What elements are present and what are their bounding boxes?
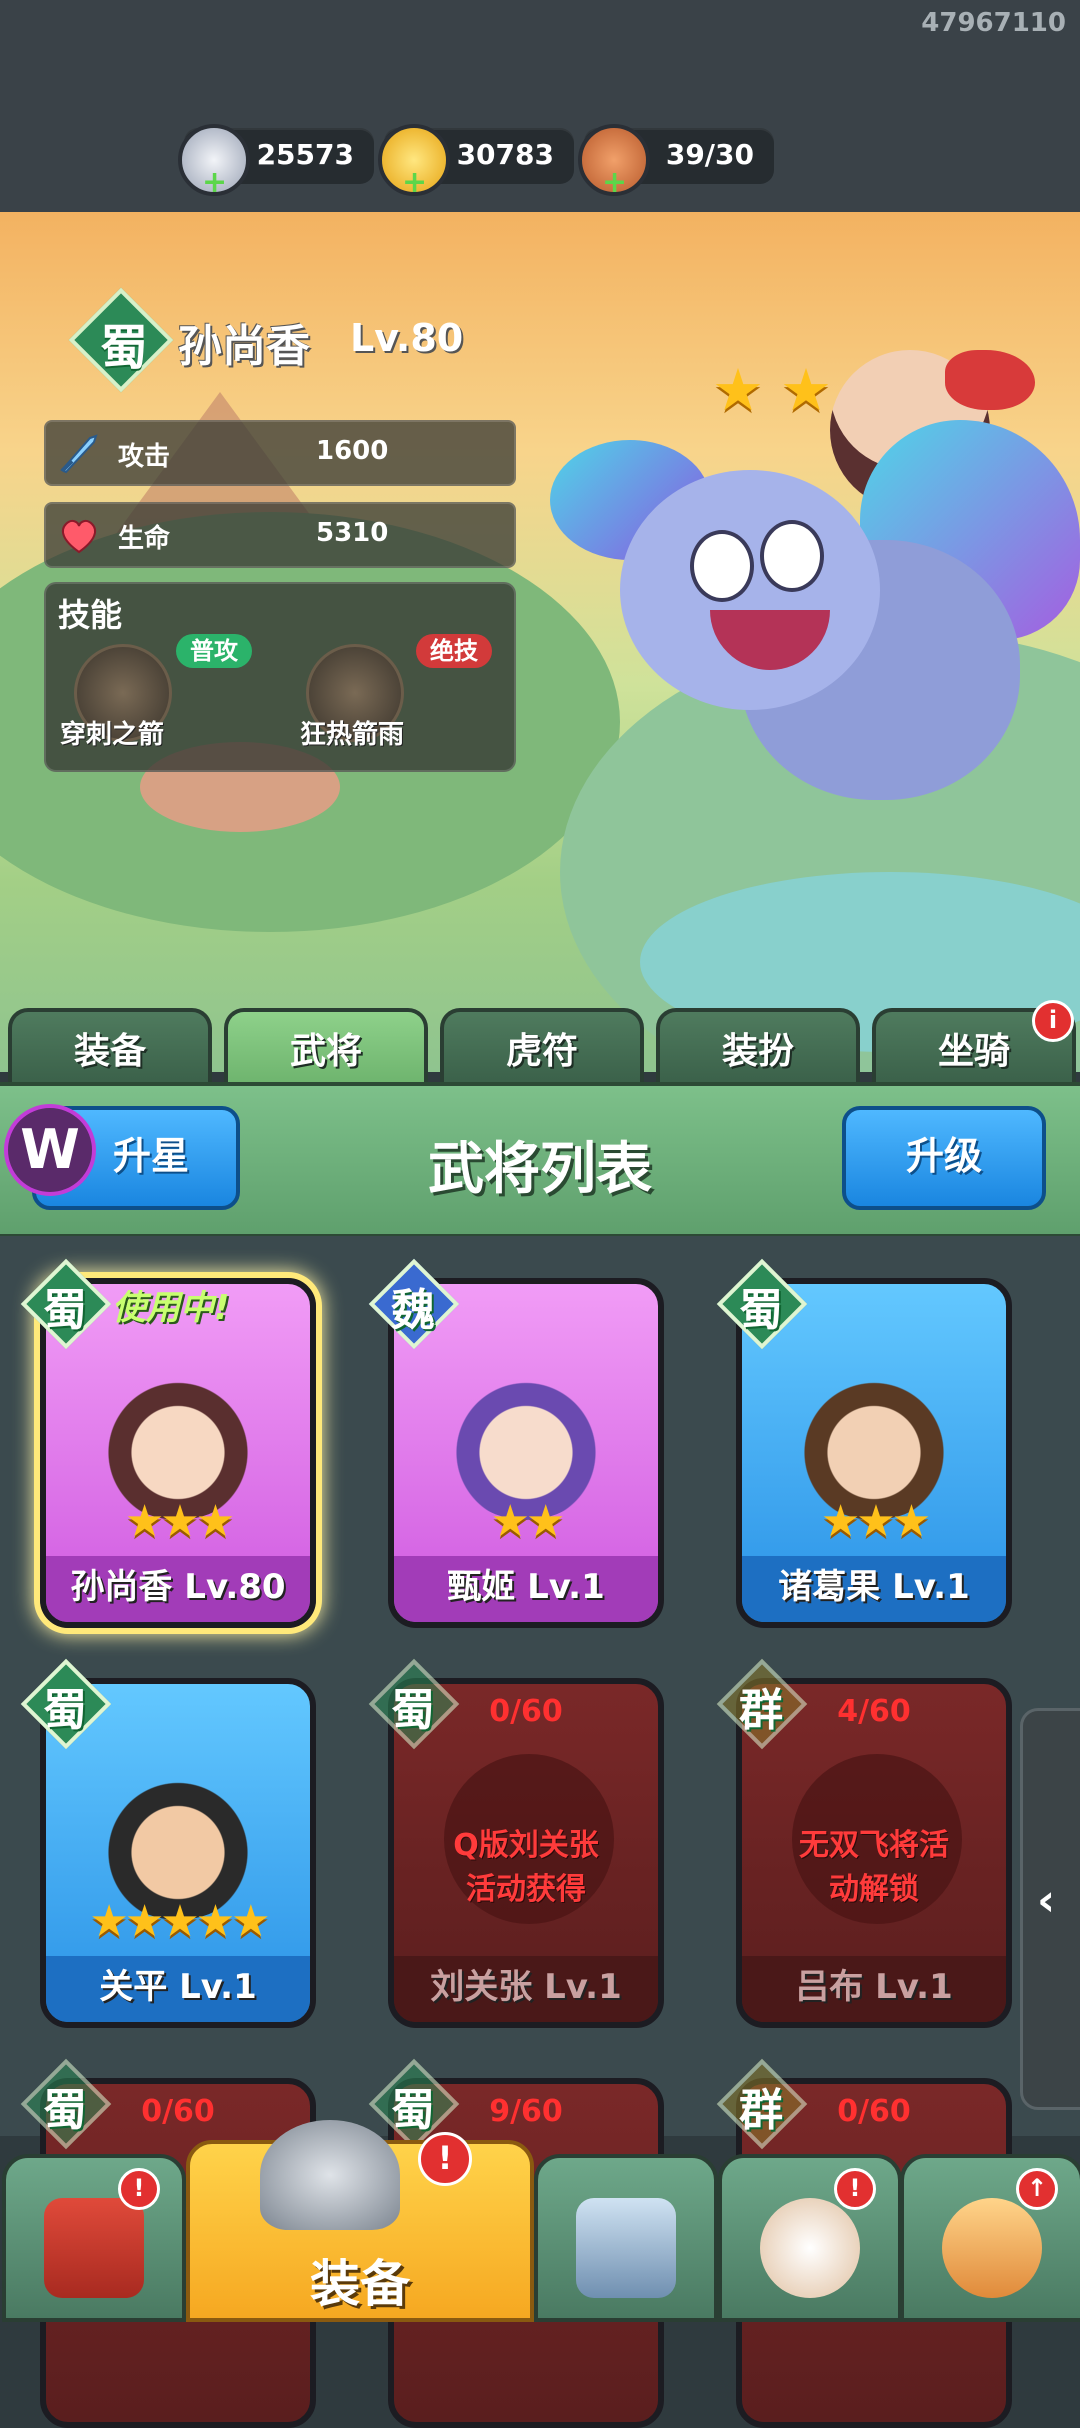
bottom-nav: ! 装备 ! ! ↑ xyxy=(0,2120,1080,2322)
star-rating: ★★★★★ xyxy=(89,1896,270,1947)
crossed-swords-shield-icon xyxy=(576,2198,676,2298)
faction-badge: 蜀 xyxy=(368,2058,460,2150)
user-id: 47967110 xyxy=(921,8,1066,38)
add-stamina-icon[interactable]: + xyxy=(602,168,627,198)
general-name-level: 关平 Lv.1 xyxy=(46,1956,310,2022)
notification-badge: ! xyxy=(418,2132,472,2186)
skill-tag: 绝技 xyxy=(416,634,492,668)
star-icon: ★ xyxy=(780,356,832,424)
nav-upgrade[interactable]: ↑ xyxy=(900,2154,1080,2322)
nav-battle[interactable] xyxy=(534,2154,718,2322)
elephant-mount-icon xyxy=(550,360,1080,840)
unlock-hint: 无双飞将活 动解锁 xyxy=(799,1828,949,1907)
faction-badge: 蜀 xyxy=(716,1258,808,1350)
star-rating: ★★★ xyxy=(124,1496,235,1547)
general-name-level: 吕布 Lv.1 xyxy=(742,1956,1006,2022)
general-card[interactable]: ★★★★★ 关平 Lv.1 蜀 xyxy=(20,1658,316,2028)
notification-badge: ! xyxy=(834,2168,876,2210)
tab-tiger-token[interactable]: 虎符 xyxy=(440,1008,644,1086)
gold-resource[interactable]: + 30783 xyxy=(378,124,574,198)
general-card[interactable]: ★★★ 诸葛果 Lv.1 蜀 xyxy=(716,1258,1012,1628)
upgrade-arrow-badge: ↑ xyxy=(1016,2168,1058,2210)
fist-upgrade-icon xyxy=(942,2198,1042,2298)
gold-value: 30783 xyxy=(456,138,554,171)
faction-badge: 魏 xyxy=(368,1258,460,1350)
general-name-level: 诸葛果 Lv.1 xyxy=(742,1556,1006,1622)
level-up-button[interactable]: 升级 xyxy=(842,1106,1046,1210)
add-silver-icon[interactable]: + xyxy=(202,168,227,198)
silver-value: 25573 xyxy=(256,138,354,171)
add-gold-icon[interactable]: + xyxy=(402,168,427,198)
general-name-level: 刘关张 Lv.1 xyxy=(394,1956,658,2022)
nav-equipment[interactable]: 装备 ! xyxy=(186,2120,534,2322)
general-name-level: 孙尚香 Lv.80 xyxy=(46,1556,310,1622)
general-card[interactable]: ★★★ 孙尚香 Lv.80 蜀 使用中! xyxy=(20,1258,316,1628)
tab-equipment[interactable]: 装备 xyxy=(8,1008,212,1086)
nav-gate[interactable]: ! xyxy=(2,2154,186,2322)
tab-costume[interactable]: 装扮 xyxy=(656,1008,860,1086)
star-rating: ★★★ xyxy=(820,1496,931,1547)
stamina-value: 39/30 xyxy=(665,138,754,171)
general-card[interactable]: 4/60 无双飞将活 动解锁 吕布 Lv.1 群 xyxy=(716,1658,1012,2028)
skills-title: 技能 xyxy=(58,596,123,634)
gate-icon xyxy=(44,2198,144,2298)
faction-badge: 蜀 xyxy=(20,2058,112,2150)
heart-icon xyxy=(56,512,102,558)
general-card[interactable]: 0/60 Q版刘关张 活动获得 刘关张 Lv.1 蜀 xyxy=(368,1658,664,2028)
tab-bar: 装备 武将 虎符 装扮 坐骑 i xyxy=(0,1000,1080,1086)
notification-badge: i xyxy=(1032,1000,1074,1042)
stat-health: 生命 5310 xyxy=(44,502,516,568)
rooster-icon xyxy=(760,2198,860,2298)
nav-rooster[interactable]: ! xyxy=(718,2154,902,2322)
stamina-resource[interactable]: + 39/30 xyxy=(578,124,774,198)
sword-icon xyxy=(56,430,102,476)
unlock-hint: Q版刘关张 活动获得 xyxy=(453,1828,599,1907)
skill-name: 狂热箭雨 xyxy=(300,720,405,750)
general-name-level: 甄姬 Lv.1 xyxy=(394,1556,658,1622)
skill-tag: 普攻 xyxy=(176,634,252,668)
notification-badge: ! xyxy=(118,2168,160,2210)
in-use-label: 使用中! xyxy=(112,1288,230,1328)
faction-badge: 群 xyxy=(716,1658,808,1750)
skills-panel: 技能 普攻 穿刺之箭 绝技 狂热箭雨 xyxy=(44,582,516,772)
faction-badge: 蜀 xyxy=(20,1258,112,1350)
faction-badge: 群 xyxy=(716,2058,808,2150)
hero-name: 孙尚香 xyxy=(178,321,310,372)
top-bar: 47967110 + 25573 + 30783 + 39/30 xyxy=(0,0,1080,212)
w-logo-icon: W xyxy=(4,1104,96,1196)
skill-name: 穿刺之箭 xyxy=(60,720,165,750)
faction-badge: 蜀 xyxy=(20,1658,112,1750)
general-card[interactable]: ★★ 甄姬 Lv.1 魏 xyxy=(368,1258,664,1628)
nav-label: 装备 xyxy=(310,2255,410,2313)
chevron-left-icon: ‹ xyxy=(1037,1875,1056,1926)
hero-level: Lv.80 xyxy=(350,316,464,360)
star-icon: ★ xyxy=(712,356,764,424)
stat-attack: 攻击 1600 xyxy=(44,420,516,486)
silver-resource[interactable]: + 25573 xyxy=(178,124,374,198)
star-rating: ★★ xyxy=(490,1496,566,1547)
helmet-icon xyxy=(260,2120,400,2230)
faction-badge: 蜀 xyxy=(368,1658,460,1750)
side-drawer-handle[interactable]: ‹ xyxy=(1020,1708,1080,2110)
tab-generals[interactable]: 武将 xyxy=(224,1008,428,1086)
